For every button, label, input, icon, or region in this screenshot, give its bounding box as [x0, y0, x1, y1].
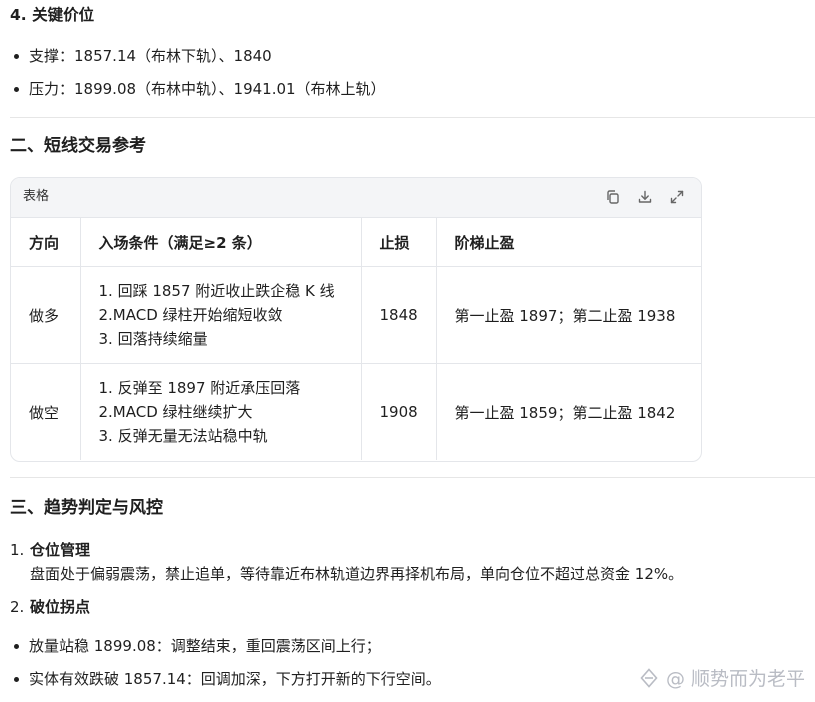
- section-heading-key-levels: 4. 关键价位: [10, 6, 95, 24]
- bullet-dot: [14, 644, 19, 649]
- cell-stop-loss: 1848: [361, 266, 437, 364]
- bullet-dot: [14, 54, 19, 59]
- divider: [10, 117, 815, 118]
- table-card-label: 表格: [23, 189, 50, 204]
- item-number: 1.: [10, 541, 25, 559]
- column-header-conditions: 入场条件（满足≥2 条）: [80, 218, 362, 267]
- support-text: 支撑：1857.14（布林下轨）、1840: [29, 47, 272, 65]
- cell-take-profit: 第一止盈 1859；第二止盈 1842: [454, 403, 676, 422]
- watermark: @ 顺势而为老平: [638, 664, 805, 691]
- copy-icon[interactable]: [605, 189, 621, 205]
- table-row: 做空 1. 反弹至 1897 附近承压回落 2.MACD 绿柱继续扩大 3. 反…: [11, 363, 701, 460]
- logo-icon: [638, 667, 660, 689]
- condition-line: 1. 回踩 1857 附近收止跌企稳 K 线: [98, 282, 335, 300]
- bullet-dot: [14, 87, 19, 92]
- column-header-direction: 方向: [11, 218, 81, 267]
- breakout-up-text: 放量站稳 1899.08：调整结束，重回震荡区间上行；: [29, 637, 381, 655]
- item-title: 仓位管理: [30, 541, 91, 559]
- cell-stop-loss: 1908: [361, 363, 437, 460]
- condition-line: 1. 反弹至 1897 附近承压回落: [98, 379, 301, 397]
- table-row: 做多 1. 回踩 1857 附近收止跌企稳 K 线 2.MACD 绿柱开始缩短收…: [11, 266, 701, 364]
- cell-direction: 做空: [11, 363, 81, 460]
- condition-line: 2.MACD 绿柱开始缩短收敛: [98, 306, 283, 324]
- condition-line: 3. 回落持续缩量: [98, 330, 208, 348]
- column-header-stop-loss: 止损: [361, 218, 437, 267]
- condition-line: 2.MACD 绿柱继续扩大: [98, 403, 253, 421]
- expand-icon[interactable]: [669, 189, 685, 205]
- download-icon[interactable]: [637, 189, 653, 205]
- resistance-text: 压力：1899.08（布林中轨）、1941.01（布林上轨）: [29, 80, 386, 98]
- breakdown-text: 实体有效跌破 1857.14：回调加深，下方打开新的下行空间。: [29, 670, 441, 688]
- table-card: 表格 方向 入场条件（满足≥2 条） 止损 阶梯止盈 做多 1. 回踩 1857…: [10, 177, 702, 462]
- position-management-text: 盘面处于偏弱震荡，禁止追单，等待靠近布林轨道边界再择机布局，单向仓位不超过总资金…: [30, 565, 684, 583]
- column-header-take-profit: 阶梯止盈: [436, 218, 701, 267]
- divider: [10, 477, 815, 478]
- table-header-row: 方向 入场条件（满足≥2 条） 止损 阶梯止盈: [11, 218, 701, 267]
- item-number: 2.: [10, 598, 25, 616]
- cell-conditions: 1. 回踩 1857 附近收止跌企稳 K 线 2.MACD 绿柱开始缩短收敛 3…: [80, 266, 362, 364]
- section-heading-risk-control: 三、趋势判定与风控: [10, 498, 163, 518]
- section-heading-short-term: 二、短线交易参考: [10, 136, 146, 156]
- trade-table: 方向 入场条件（满足≥2 条） 止损 阶梯止盈 做多 1. 回踩 1857 附近…: [11, 218, 701, 460]
- bullet-dot: [14, 677, 19, 682]
- table-card-header: 表格: [11, 178, 701, 218]
- cell-conditions: 1. 反弹至 1897 附近承压回落 2.MACD 绿柱继续扩大 3. 反弹无量…: [80, 363, 362, 460]
- condition-line: 3. 反弹无量无法站稳中轨: [98, 427, 268, 445]
- watermark-text: @ 顺势而为老平: [665, 668, 805, 690]
- item-title: 破位拐点: [30, 598, 91, 616]
- cell-take-profit: 第一止盈 1897；第二止盈 1938: [436, 266, 701, 364]
- cell-direction: 做多: [11, 266, 81, 364]
